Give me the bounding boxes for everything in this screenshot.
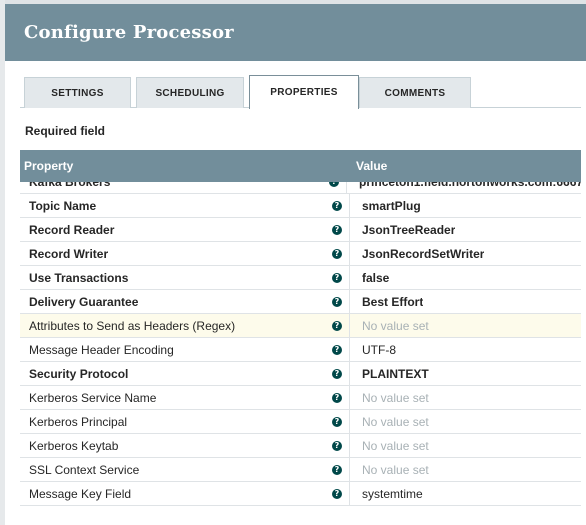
help-icon[interactable]: ? xyxy=(332,296,342,307)
tab-properties[interactable]: PROPERTIES xyxy=(249,75,359,109)
table-row[interactable]: Record Writer? JsonRecordSetWriter xyxy=(20,242,581,266)
page: Configure Processor SETTINGS SCHEDULING … xyxy=(0,0,586,525)
property-name: Kafka Brokers xyxy=(29,182,110,189)
table-row[interactable]: Topic Name? smartPlug xyxy=(20,194,581,218)
property-name-cell: Security Protocol? xyxy=(20,362,350,385)
property-value[interactable]: Best Effort xyxy=(350,295,423,309)
help-icon[interactable]: ? xyxy=(332,272,342,283)
property-value[interactable]: No value set xyxy=(350,319,429,333)
tab-comments[interactable]: COMMENTS xyxy=(359,77,471,108)
property-name: Topic Name xyxy=(29,198,97,213)
table-row[interactable]: SSL Context Service? No value set xyxy=(20,458,581,482)
table-row[interactable]: Kerberos Keytab? No value set xyxy=(20,434,581,458)
table-row[interactable]: Message Header Encoding? UTF-8 xyxy=(20,338,581,362)
column-header-value[interactable]: Value xyxy=(350,159,387,173)
property-name-cell: Kafka Brokers? xyxy=(20,182,348,193)
property-name-cell: Delivery Guarantee? xyxy=(20,290,350,313)
table-row[interactable]: Message Key Field? systemtime xyxy=(20,482,581,506)
property-name: Security Protocol xyxy=(29,366,129,381)
property-name: SSL Context Service xyxy=(29,462,140,477)
property-name: Delivery Guarantee xyxy=(29,294,139,309)
property-value[interactable]: PLAINTEXT xyxy=(350,367,429,381)
property-value[interactable]: No value set xyxy=(350,391,429,405)
help-icon[interactable]: ? xyxy=(332,392,342,403)
table-row[interactable]: Kafka Brokers?princeton1.field.hortonwor… xyxy=(20,182,581,194)
property-name-cell: Kerberos Keytab? xyxy=(20,434,350,457)
property-value[interactable]: No value set xyxy=(350,439,429,453)
property-name-cell: SSL Context Service? xyxy=(20,458,350,481)
table-body[interactable]: Kafka Brokers?princeton1.field.hortonwor… xyxy=(20,182,581,512)
dialog-title: Configure Processor xyxy=(24,22,234,43)
property-value[interactable]: smartPlug xyxy=(350,199,421,213)
property-value[interactable]: No value set xyxy=(350,463,429,477)
table-header: Property Value xyxy=(20,150,581,182)
property-name-cell: Message Header Encoding? xyxy=(20,338,350,361)
property-name: Record Writer xyxy=(29,246,109,261)
property-name: Kerberos Keytab xyxy=(29,438,119,453)
property-name: Message Key Field xyxy=(29,486,132,501)
table-rows: Kafka Brokers?princeton1.field.hortonwor… xyxy=(20,182,581,506)
property-value[interactable]: JsonRecordSetWriter xyxy=(350,247,484,261)
property-value[interactable]: systemtime xyxy=(350,487,423,501)
property-value[interactable]: princeton1.field.hortonworks.com:6667 xyxy=(347,182,581,189)
property-name: Use Transactions xyxy=(29,270,129,285)
help-icon[interactable]: ? xyxy=(332,488,342,499)
property-value[interactable]: No value set xyxy=(350,415,429,429)
help-icon[interactable]: ? xyxy=(332,200,342,211)
property-name: Attributes to Send as Headers (Regex) xyxy=(29,318,236,333)
property-name-cell: Kerberos Service Name? xyxy=(20,386,350,409)
help-icon[interactable]: ? xyxy=(329,182,340,187)
help-icon[interactable]: ? xyxy=(332,224,342,235)
required-field-label: Required field xyxy=(25,124,106,138)
help-icon[interactable]: ? xyxy=(332,368,342,379)
tab-settings[interactable]: SETTINGS xyxy=(24,77,131,108)
help-icon[interactable]: ? xyxy=(332,344,342,355)
property-name-cell: Kerberos Principal? xyxy=(20,410,350,433)
table-row[interactable]: Attributes to Send as Headers (Regex)? No… xyxy=(20,314,581,338)
table-row[interactable]: Security Protocol? PLAINTEXT xyxy=(20,362,581,386)
property-name: Record Reader xyxy=(29,222,115,237)
column-header-property[interactable]: Property xyxy=(20,159,350,173)
properties-table: Property Value Kafka Brokers?princeton1.… xyxy=(20,150,581,512)
property-name-cell: Topic Name? xyxy=(20,194,350,217)
help-icon[interactable]: ? xyxy=(332,320,342,331)
property-name-cell: Use Transactions? xyxy=(20,266,350,289)
property-name-cell: Record Reader? xyxy=(20,218,350,241)
help-icon[interactable]: ? xyxy=(332,248,342,259)
table-row[interactable]: Record Reader? JsonTreeReader xyxy=(20,218,581,242)
table-row[interactable]: Delivery Guarantee? Best Effort xyxy=(20,290,581,314)
property-name: Message Header Encoding xyxy=(29,342,174,357)
table-row[interactable]: Kerberos Service Name? No value set xyxy=(20,386,581,410)
help-icon[interactable]: ? xyxy=(332,440,342,451)
table-row[interactable]: Kerberos Principal? No value set xyxy=(20,410,581,434)
property-value[interactable]: UTF-8 xyxy=(350,343,396,357)
property-name-cell: Message Key Field? xyxy=(20,482,350,505)
property-name-cell: Record Writer? xyxy=(20,242,350,265)
property-name: Kerberos Principal xyxy=(29,414,128,429)
property-value[interactable]: JsonTreeReader xyxy=(350,223,455,237)
help-icon[interactable]: ? xyxy=(332,464,342,475)
property-value[interactable]: false xyxy=(350,271,389,285)
property-name: Kerberos Service Name xyxy=(29,390,157,405)
help-icon[interactable]: ? xyxy=(332,416,342,427)
tab-bar: SETTINGS SCHEDULING PROPERTIES COMMENTS xyxy=(20,75,581,109)
table-row[interactable]: Use Transactions? false xyxy=(20,266,581,290)
tab-scheduling[interactable]: SCHEDULING xyxy=(136,77,244,108)
dialog-header: Configure Processor xyxy=(5,4,586,61)
property-name-cell: Attributes to Send as Headers (Regex)? xyxy=(20,314,350,337)
